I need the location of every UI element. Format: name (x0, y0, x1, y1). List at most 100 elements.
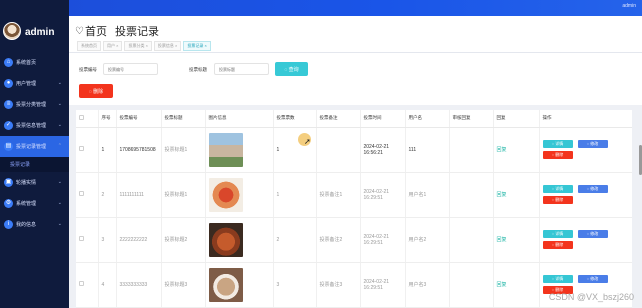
cell-vote-title: 投票标题3 (161, 262, 206, 308)
column-header: 序号 (98, 110, 117, 128)
submenu-vote-record[interactable]: 投票记录 (0, 157, 69, 172)
column-header: 投票编号 (116, 110, 162, 128)
record-icon: ▤ (4, 142, 13, 151)
cell-image (205, 172, 274, 218)
sidebar: admin ⌂ 系统首页 ● 用户管理 ⌄ ≡ 投票分类管理 ⌄ ✓ 投票信息管… (0, 0, 69, 308)
avatar[interactable] (3, 22, 21, 40)
cell-image (205, 127, 274, 173)
carousel-icon: ▣ (4, 178, 13, 187)
sidebar-item-vote-record[interactable]: ▤ 投票记录管理 ⌃ (0, 136, 69, 157)
edit-button[interactable]: ◌ 修改 (577, 185, 608, 193)
crumb-home[interactable]: 系统首页 (77, 41, 101, 51)
page-title-home[interactable]: 首页 (85, 23, 107, 39)
column-header: 投票标题 (161, 110, 206, 128)
edit-button[interactable]: ◌ 修改 (577, 275, 608, 283)
edit-button[interactable]: ◌ 修改 (577, 230, 608, 238)
vote-image-thumbnail[interactable] (208, 222, 243, 257)
page-header: ♡ 首页 投票记录 系统首页 用户 × 投票分类 × 投票信息 × 投票记录 × (69, 16, 642, 53)
sidebar-item-label: 投票分类管理 (16, 102, 47, 108)
column-header: 回复 (493, 110, 540, 128)
cell-image (205, 217, 274, 263)
sidebar-item-label: 投票信息管理 (16, 123, 47, 129)
vote-title-label: 投票标题 (189, 67, 207, 72)
breadcrumb: 系统首页 用户 × 投票分类 × 投票信息 × 投票记录 × (77, 41, 211, 51)
chevron-down-icon: ⌄ (57, 101, 62, 107)
sidebar-item-carousel[interactable]: ▣ 轮播实情 ⌄ (0, 172, 69, 193)
cell-status: 回复 (493, 217, 540, 263)
crumb-users[interactable]: 用户 × (103, 41, 123, 51)
vote-title-input[interactable] (214, 63, 269, 75)
row-checkbox-cell (76, 217, 99, 263)
column-header: 投票备注 (316, 110, 361, 128)
row-checkbox[interactable] (79, 191, 84, 196)
edit-button[interactable]: ◌ 修改 (577, 140, 608, 148)
cell-vote-no: 1111111111 (116, 172, 162, 218)
cell-index: 1 (98, 127, 117, 173)
crumb-vote-info[interactable]: 投票信息 × (153, 41, 182, 51)
crumb-vote-record[interactable]: 投票记录 × (183, 41, 211, 51)
detail-button[interactable]: ◌ 详情 (542, 275, 573, 283)
vote-no-input[interactable] (103, 63, 158, 75)
vote-image-thumbnail[interactable] (208, 267, 243, 302)
cell-note: 投票备注2 (316, 217, 361, 263)
cell-time: 2024-02-21 16:56:21 (360, 127, 406, 173)
search-button[interactable]: ◌ 查询 (275, 62, 308, 76)
detail-button[interactable]: ◌ 详情 (542, 230, 573, 238)
cell-reply (449, 262, 494, 308)
mouse-cursor-icon: ➚ (304, 137, 311, 146)
sidebar-item-label: 投票记录管理 (16, 144, 47, 150)
header-checkbox-cell (76, 110, 99, 128)
row-checkbox[interactable] (79, 236, 84, 241)
sidebar-item-vote-info[interactable]: ✓ 投票信息管理 ⌄ (0, 115, 69, 136)
cell-note (316, 127, 361, 173)
cell-reply (449, 217, 494, 263)
cell-vote-no: 3333333333 (116, 262, 162, 308)
column-header: 用户名 (405, 110, 450, 128)
cell-note: 投票备注3 (316, 262, 361, 308)
home-icon: ⌂ (4, 58, 13, 67)
table-header-row: 序号 投票编号 投票标题 图片信息 投票票数 投票备注 投票时间 用户名 审核回… (76, 110, 632, 128)
column-header: 图片信息 (205, 110, 274, 128)
system-icon: ⚙ (4, 199, 13, 208)
vote-image-thumbnail[interactable] (208, 177, 243, 212)
chevron-down-icon: ⌄ (57, 200, 62, 206)
crumb-vote-category[interactable]: 投票分类 × (124, 41, 152, 51)
top-user-label[interactable]: admin (622, 3, 636, 9)
page-title-sub: 投票记录 (114, 26, 159, 38)
records-table: 序号 投票编号 投票标题 图片信息 投票票数 投票备注 投票时间 用户名 审核回… (76, 110, 632, 308)
column-header: 投票票数 (273, 110, 317, 128)
sidebar-item-system[interactable]: ⚙ 系统管理 ⌄ (0, 193, 69, 214)
row-delete-button[interactable]: ◌ 删除 (542, 151, 573, 159)
sidebar-item-users[interactable]: ● 用户管理 ⌄ (0, 73, 69, 94)
sidebar-item-vote-category[interactable]: ≡ 投票分类管理 ⌄ (0, 94, 69, 115)
sidebar-item-my-info[interactable]: i 我的信息 ⌄ (0, 214, 69, 235)
cell-votes: 1 (273, 127, 317, 173)
cell-vote-title: 投票标题1 (161, 127, 206, 173)
row-checkbox[interactable] (79, 146, 84, 151)
sidebar-item-home[interactable]: ⌂ 系统首页 (0, 52, 69, 73)
row-delete-button[interactable]: ◌ 删除 (542, 196, 573, 204)
select-all-checkbox[interactable] (79, 115, 84, 121)
row-checkbox[interactable] (79, 281, 84, 286)
cell-time: 2024-02-21 16:29:51 (360, 262, 406, 308)
chevron-down-icon: ⌄ (57, 80, 62, 86)
delete-button[interactable]: ◌ 删除 (79, 84, 113, 98)
vote-image-thumbnail[interactable] (208, 132, 243, 167)
cell-user: 用户名1 (405, 172, 450, 218)
detail-button[interactable]: ◌ 详情 (542, 185, 573, 193)
vote-icon: ✓ (4, 121, 13, 130)
sidebar-item-label: 轮播实情 (16, 180, 37, 186)
cell-index: 4 (98, 262, 117, 308)
vote-no-label: 投票编号 (79, 67, 97, 72)
cell-actions: ◌ 详情 ◌ 修改 ◌ 删除 (539, 172, 632, 218)
cell-status: 回复 (493, 172, 540, 218)
cell-index: 2 (98, 172, 117, 218)
cell-votes: 2 (273, 217, 317, 263)
detail-button[interactable]: ◌ 详情 (542, 140, 573, 148)
row-checkbox-cell (76, 172, 99, 218)
cell-actions: ◌ 详情 ◌ 修改 ◌ 删除 (539, 217, 632, 263)
cell-time: 2024-02-21 16:29:51 (360, 172, 406, 218)
row-delete-button[interactable]: ◌ 删除 (542, 241, 573, 249)
category-icon: ≡ (4, 100, 13, 109)
table-row: 2 1111111111 投票标题1 1 投票备注1 2024-02-21 16… (76, 172, 632, 218)
